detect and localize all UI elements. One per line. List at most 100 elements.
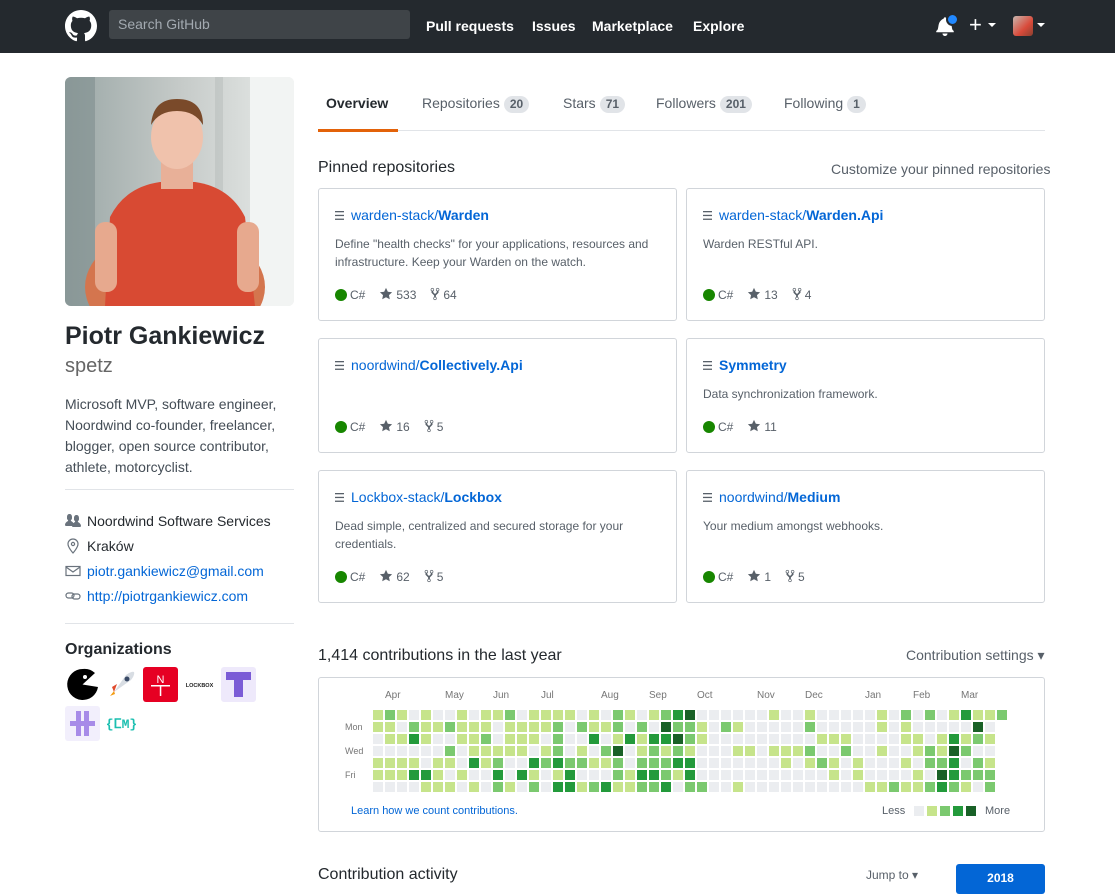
contribution-day[interactable] <box>601 770 611 780</box>
contribution-day[interactable] <box>385 782 395 792</box>
contribution-day[interactable] <box>577 710 587 720</box>
contribution-day[interactable] <box>445 758 455 768</box>
tab-overview[interactable]: Overview <box>326 95 388 111</box>
contribution-day[interactable] <box>733 782 743 792</box>
dm-org-icon[interactable]: {ⵎM} <box>104 706 139 741</box>
contribution-day[interactable] <box>733 710 743 720</box>
contribution-day[interactable] <box>829 782 839 792</box>
contribution-day[interactable] <box>469 710 479 720</box>
contribution-day[interactable] <box>517 782 527 792</box>
repo-stars[interactable]: 13 <box>764 288 777 302</box>
contribution-day[interactable] <box>505 770 515 780</box>
contribution-day[interactable] <box>457 710 467 720</box>
contribution-day[interactable] <box>733 722 743 732</box>
contribution-day[interactable] <box>457 782 467 792</box>
contribution-day[interactable] <box>433 746 443 756</box>
contribution-day[interactable] <box>733 758 743 768</box>
contribution-day[interactable] <box>637 758 647 768</box>
tab-following[interactable]: Following 1 <box>784 95 866 113</box>
contribution-day[interactable] <box>517 758 527 768</box>
contribution-day[interactable] <box>697 746 707 756</box>
contribution-day[interactable] <box>901 758 911 768</box>
contribution-day[interactable] <box>805 734 815 744</box>
contribution-day[interactable] <box>937 758 947 768</box>
contribution-day[interactable] <box>781 710 791 720</box>
contribution-day[interactable] <box>937 770 947 780</box>
contribution-day[interactable] <box>709 758 719 768</box>
contribution-day[interactable] <box>829 710 839 720</box>
contribution-day[interactable] <box>925 710 935 720</box>
contribution-day[interactable] <box>649 758 659 768</box>
contribution-day[interactable] <box>421 758 431 768</box>
contribution-day[interactable] <box>577 782 587 792</box>
contribution-day[interactable] <box>913 782 923 792</box>
contribution-day[interactable] <box>505 782 515 792</box>
contribution-day[interactable] <box>841 734 851 744</box>
contribution-day[interactable] <box>517 770 527 780</box>
contribution-day[interactable] <box>529 722 539 732</box>
contribution-day[interactable] <box>649 710 659 720</box>
contribution-day[interactable] <box>889 770 899 780</box>
contribution-day[interactable] <box>985 722 995 732</box>
contribution-day[interactable] <box>949 710 959 720</box>
contribution-day[interactable] <box>409 746 419 756</box>
contribution-day[interactable] <box>973 722 983 732</box>
contribution-day[interactable] <box>913 758 923 768</box>
contribution-day[interactable] <box>397 710 407 720</box>
contribution-day[interactable] <box>445 746 455 756</box>
contribution-day[interactable] <box>853 758 863 768</box>
contribution-day[interactable] <box>625 710 635 720</box>
contribution-day[interactable] <box>781 758 791 768</box>
contribution-day[interactable] <box>457 722 467 732</box>
contribution-day[interactable] <box>373 782 383 792</box>
contribution-day[interactable] <box>541 770 551 780</box>
contribution-day[interactable] <box>889 710 899 720</box>
contribution-day[interactable] <box>781 734 791 744</box>
contribution-day[interactable] <box>565 710 575 720</box>
lockbox-org-icon[interactable]: LOCKBOX <box>182 667 217 702</box>
contribution-day[interactable] <box>685 710 695 720</box>
contribution-day[interactable] <box>493 782 503 792</box>
contribution-day[interactable] <box>937 722 947 732</box>
contribution-day[interactable] <box>529 770 539 780</box>
contribution-day[interactable] <box>685 782 695 792</box>
contribution-day[interactable] <box>745 782 755 792</box>
contribution-day[interactable] <box>913 722 923 732</box>
contribution-day[interactable] <box>589 734 599 744</box>
contribution-day[interactable] <box>421 782 431 792</box>
contribution-day[interactable] <box>565 746 575 756</box>
contribution-day[interactable] <box>565 782 575 792</box>
contribution-day[interactable] <box>961 782 971 792</box>
contribution-day[interactable] <box>829 758 839 768</box>
contribution-day[interactable] <box>877 722 887 732</box>
contribution-day[interactable] <box>553 758 563 768</box>
contribution-day[interactable] <box>505 758 515 768</box>
contribution-day[interactable] <box>613 758 623 768</box>
contribution-day[interactable] <box>697 758 707 768</box>
contribution-day[interactable] <box>625 746 635 756</box>
contribution-day[interactable] <box>385 722 395 732</box>
contribution-day[interactable] <box>877 758 887 768</box>
contribution-day[interactable] <box>961 710 971 720</box>
contribution-day[interactable] <box>721 782 731 792</box>
contribution-day[interactable] <box>781 746 791 756</box>
contribution-day[interactable] <box>853 710 863 720</box>
contribution-day[interactable] <box>505 710 515 720</box>
contribution-day[interactable] <box>409 782 419 792</box>
contribution-day[interactable] <box>769 722 779 732</box>
contribution-day[interactable] <box>373 758 383 768</box>
contribution-day[interactable] <box>673 710 683 720</box>
contribution-day[interactable] <box>565 734 575 744</box>
contribution-day[interactable] <box>805 722 815 732</box>
contribution-day[interactable] <box>673 758 683 768</box>
contribution-day[interactable] <box>769 770 779 780</box>
create-new-button[interactable]: + <box>969 13 982 37</box>
contribution-day[interactable] <box>385 734 395 744</box>
contribution-day[interactable] <box>601 734 611 744</box>
contribution-day[interactable] <box>373 734 383 744</box>
contribution-day[interactable] <box>985 710 995 720</box>
contribution-day[interactable] <box>625 734 635 744</box>
contribution-day[interactable] <box>937 734 947 744</box>
contribution-day[interactable] <box>469 770 479 780</box>
search-input[interactable]: Search GitHub <box>109 10 410 39</box>
